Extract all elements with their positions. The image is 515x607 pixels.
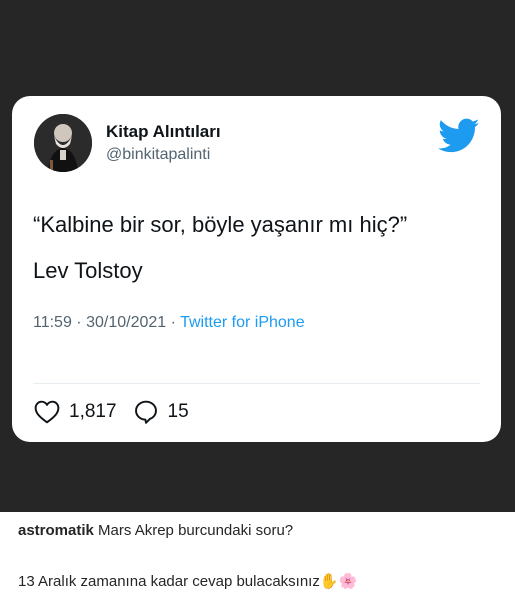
comment: astromatik Mars Akrep burcundaki soru?	[18, 522, 293, 539]
raised-hand-emoji: ✋	[319, 572, 339, 590]
post-image-background: Kitap Alıntıları @binkitapalinti “Kalbin…	[0, 0, 515, 512]
comment-username[interactable]: astromatik	[18, 522, 94, 539]
reply-button[interactable]: 15	[133, 399, 189, 425]
reply-count: 15	[167, 401, 189, 422]
flower-emoji: 🌸	[338, 572, 358, 590]
display-name[interactable]: Kitap Alıntıları	[106, 122, 221, 142]
twitter-bird-icon	[438, 118, 480, 154]
reply-icon	[134, 400, 157, 424]
tweet-source-link[interactable]: Twitter for iPhone	[180, 314, 305, 331]
like-button[interactable]: 1,817	[34, 400, 117, 424]
comment-continuation: 13 Aralık zamanına kadar cevap bulacaksı…	[18, 572, 357, 590]
heart-icon	[34, 400, 60, 424]
tweet-time: 11:59	[33, 314, 72, 331]
meta-separator: ·	[166, 314, 181, 331]
comment-text: Mars Akrep burcundaki soru?	[98, 522, 294, 539]
tweet-meta: 11:59 · 30/10/2021 · Twitter for iPhone	[33, 314, 305, 332]
like-count: 1,817	[69, 401, 117, 422]
divider	[33, 383, 480, 384]
avatar-portrait-icon	[34, 114, 92, 172]
comment-text: 13 Aralık zamanına kadar cevap bulacaksı…	[18, 573, 320, 590]
tweet-actions: 1,817 15	[34, 396, 205, 428]
avatar[interactable]	[34, 114, 92, 172]
tweet-text-quote: “Kalbine bir sor, böyle yaşanır mı hiç?”	[33, 212, 408, 237]
meta-separator: ·	[71, 314, 87, 331]
user-handle[interactable]: @binkitapalinti	[106, 146, 210, 164]
tweet-text-author: Lev Tolstoy	[33, 258, 143, 283]
tweet-date: 30/10/2021	[86, 314, 167, 331]
tweet-text: “Kalbine bir sor, böyle yaşanır mı hiç?”…	[33, 202, 407, 294]
tweet-card: Kitap Alıntıları @binkitapalinti “Kalbin…	[12, 96, 501, 442]
